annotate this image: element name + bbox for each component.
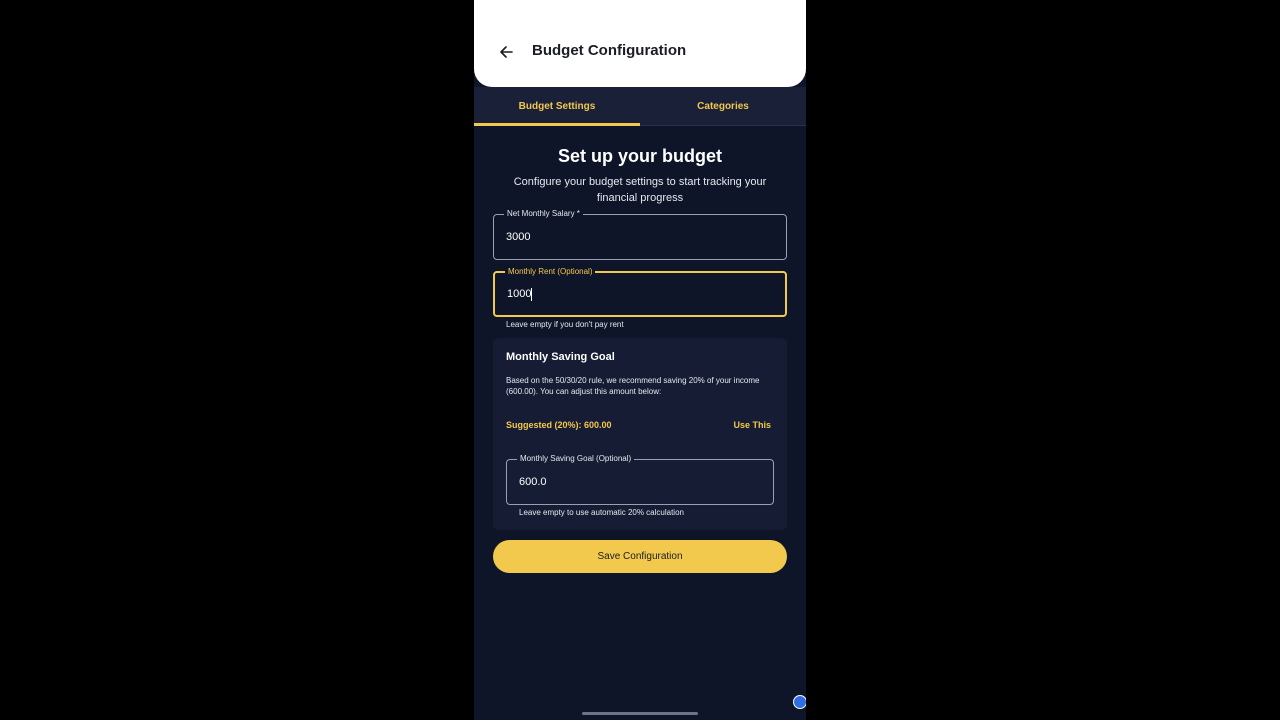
- saving-goal-card: Monthly Saving Goal Based on the 50/30/2…: [493, 338, 787, 530]
- rent-field[interactable]: Monthly Rent (Optional) 1000: [493, 266, 787, 317]
- saving-goal-title: Monthly Saving Goal: [506, 351, 615, 363]
- setup-heading: Set up your budget: [558, 146, 722, 166]
- saving-goal-helper: Leave empty to use automatic 20% calcula…: [519, 508, 684, 517]
- home-indicator[interactable]: [582, 712, 698, 715]
- text-caret: [531, 287, 533, 301]
- phone-screen: Budget Configuration Budget Settings Cat…: [474, 0, 806, 720]
- arrow-left-icon: [500, 46, 513, 58]
- salary-input[interactable]: [506, 215, 774, 259]
- saving-goal-description: Based on the 50/30/20 rule, we recommend…: [506, 376, 760, 396]
- saving-goal-input[interactable]: [519, 460, 761, 504]
- tab-budget-settings[interactable]: Budget Settings: [474, 87, 640, 126]
- suggested-amount: Suggested (20%): 600.00: [506, 420, 612, 430]
- rent-helper: Leave empty if you don't pay rent: [506, 320, 624, 329]
- saving-goal-field[interactable]: Monthly Saving Goal (Optional): [506, 453, 774, 505]
- back-button[interactable]: [494, 40, 518, 64]
- use-this-button[interactable]: Use This: [733, 420, 771, 430]
- save-configuration-button[interactable]: Save Configuration: [493, 540, 787, 573]
- setup-subheading: Configure your budget settings to start …: [513, 176, 767, 204]
- app-bar: Budget Configuration: [474, 0, 806, 87]
- page-title: Budget Configuration: [532, 42, 687, 59]
- floating-bubble-icon[interactable]: [793, 695, 806, 709]
- salary-field[interactable]: Net Monthly Salary *: [493, 208, 787, 260]
- tab-bar: Budget Settings Categories: [474, 87, 806, 126]
- tab-categories[interactable]: Categories: [640, 87, 806, 125]
- rent-value: 1000: [507, 288, 532, 300]
- rent-input[interactable]: 1000: [507, 273, 773, 315]
